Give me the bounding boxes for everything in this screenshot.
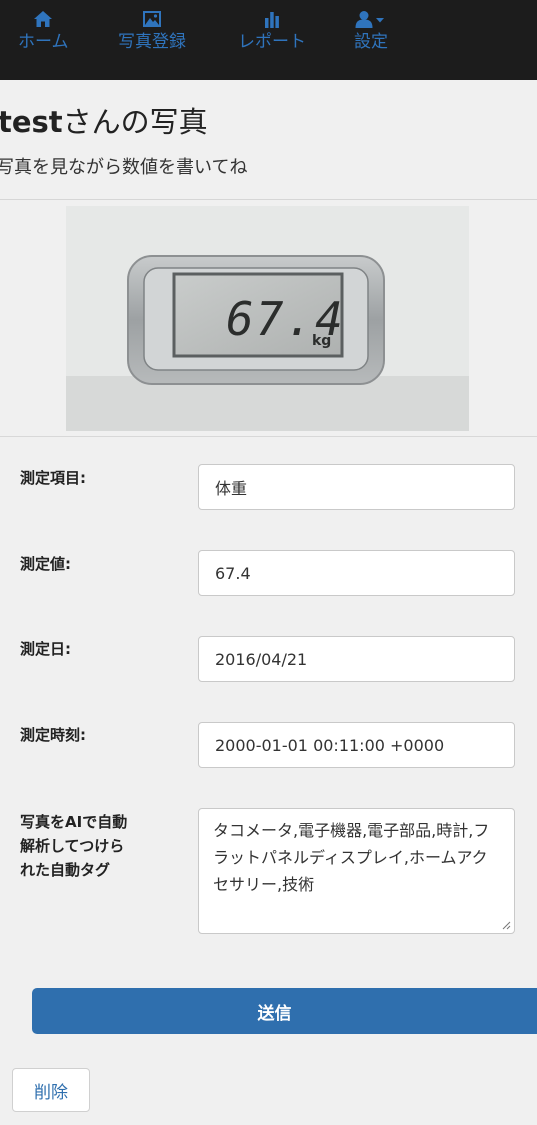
label-measurement-item: 測定項目:: [20, 469, 86, 487]
nav-item-settings[interactable]: 設定: [354, 6, 388, 52]
label-measurement-date: 測定日:: [20, 640, 71, 658]
delete-button[interactable]: 削除: [12, 1068, 90, 1112]
label-auto-tags-line-1: 写真をAIで自動: [20, 813, 128, 831]
measurement-date-field[interactable]: 2016/04/21: [198, 636, 515, 682]
nav-label-home: ホーム: [18, 32, 69, 52]
submit-button[interactable]: 送信: [32, 988, 537, 1034]
section-divider: [0, 436, 537, 437]
nav-item-home[interactable]: ホーム: [18, 6, 69, 52]
measurement-time-field[interactable]: 2000-01-01 00:11:00 +0000: [198, 722, 515, 768]
label-measurement-value: 測定値:: [20, 555, 71, 573]
label-measurement-time: 測定時刻:: [20, 726, 86, 744]
nav-item-report[interactable]: レポート: [238, 6, 306, 52]
picture-icon: [142, 6, 162, 28]
measurement-value-field[interactable]: 67.4: [198, 550, 515, 596]
page-title-suffix: さんの写真: [62, 105, 208, 139]
nav-label-settings: 設定: [354, 32, 388, 52]
page-title-username: test: [0, 105, 63, 139]
bar-chart-icon: [262, 6, 282, 28]
home-icon: [33, 6, 53, 28]
user-dropdown-icon: [354, 6, 388, 28]
page-subtitle: 写真を見ながら数値を書いてね: [0, 157, 248, 178]
auto-tags-text: タコメータ,電子機器,電子部品,時計,フラットパネルディスプレイ,ホームアクセサ…: [213, 821, 490, 894]
auto-tags-textarea[interactable]: タコメータ,電子機器,電子部品,時計,フラットパネルディスプレイ,ホームアクセサ…: [198, 808, 515, 934]
nav-label-photo-register: 写真登録: [118, 32, 186, 52]
nav-item-photo-register[interactable]: 写真登録: [118, 6, 186, 52]
label-auto-tags-line-3: れた自動タグ: [20, 861, 111, 879]
measurement-item-field[interactable]: 体重: [198, 464, 515, 510]
label-auto-tags-line-2: 解析してつけら: [20, 837, 125, 855]
label-auto-tags: 写真をAIで自動 解析してつけら れた自動タグ: [20, 810, 127, 882]
scale-display-unit: kg: [312, 333, 332, 349]
navbar: ホーム 写真登録 レポート 設定: [0, 0, 537, 80]
page-title: testさんの写真: [0, 104, 208, 140]
resize-grip-icon[interactable]: [502, 921, 511, 930]
scale-photo: 67.4 kg: [66, 206, 469, 431]
page-header: [0, 80, 537, 200]
nav-label-report: レポート: [238, 32, 306, 52]
page: ホーム 写真登録 レポート 設定 testさんの写真 写真を見ながら数値を書いて…: [0, 0, 537, 1125]
